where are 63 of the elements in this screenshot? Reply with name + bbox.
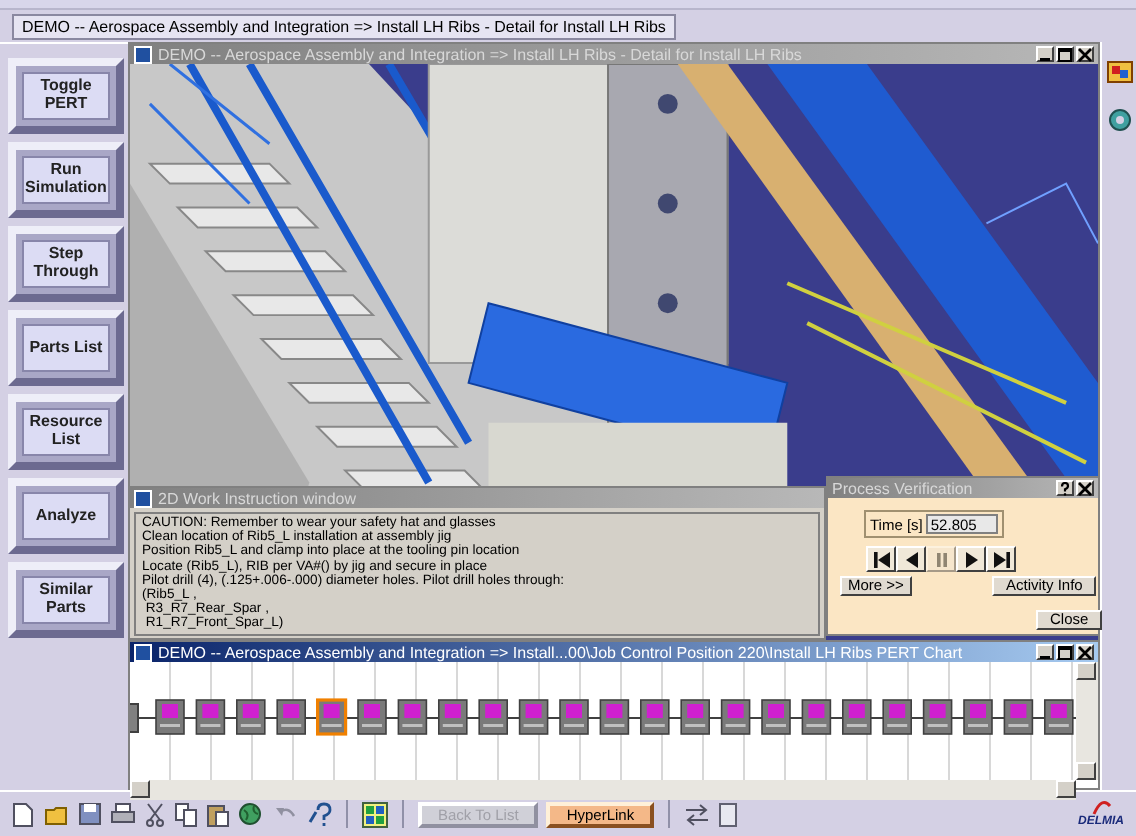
- vertical-scrollbar[interactable]: [1076, 662, 1098, 780]
- pert-node[interactable]: [842, 699, 872, 735]
- app-icon: [134, 489, 152, 507]
- pert-node[interactable]: [478, 699, 508, 735]
- pert-node[interactable]: [882, 699, 912, 735]
- pert-node[interactable]: [801, 699, 832, 735]
- close-icon[interactable]: [1076, 46, 1094, 62]
- logo-mark-icon: [1089, 800, 1113, 816]
- side-button[interactable]: Analyze: [8, 478, 124, 554]
- step-back-icon[interactable]: [896, 546, 926, 572]
- document-tab[interactable]: DEMO -- Aerospace Assembly and Integration => Install LH Ribs - Detail for Install LH Ribs: [12, 13, 676, 39]
- horizontal-scrollbar[interactable]: [130, 780, 1076, 800]
- pert-node[interactable]: [438, 699, 468, 735]
- side-button[interactable]: Parts List: [8, 310, 124, 386]
- side-button[interactable]: Toggle PERT: [8, 58, 124, 134]
- cut-icon[interactable]: [144, 801, 166, 827]
- pert-node[interactable]: [720, 699, 751, 735]
- pert-node[interactable]: [155, 699, 185, 735]
- skip-to-end-icon[interactable]: [986, 546, 1016, 572]
- side-button[interactable]: Similar Parts: [8, 562, 124, 638]
- pert-node[interactable]: [761, 699, 791, 735]
- minimize-icon[interactable]: [1036, 46, 1054, 62]
- side-button[interactable]: Step Through: [8, 226, 124, 302]
- pert-node[interactable]: [640, 699, 670, 735]
- pert-node[interactable]: [922, 699, 953, 735]
- print-icon[interactable]: [110, 801, 136, 827]
- app-icon: [134, 45, 152, 63]
- skip-to-start-icon[interactable]: [866, 546, 896, 572]
- pert-node[interactable]: [357, 699, 387, 735]
- side-button[interactable]: Run Simulation: [8, 142, 124, 218]
- pert-node[interactable]: [559, 699, 589, 735]
- pert-node[interactable]: [1044, 699, 1074, 735]
- color-palette-icon[interactable]: [1105, 58, 1133, 86]
- pert-node[interactable]: [236, 699, 266, 735]
- help-icon[interactable]: [1056, 480, 1074, 496]
- pert-node[interactable]: [276, 699, 306, 735]
- document-icon[interactable]: [718, 801, 741, 827]
- grid-icon[interactable]: [362, 801, 388, 827]
- side-button[interactable]: Resource List: [8, 394, 124, 470]
- pert-node[interactable]: [1003, 699, 1034, 735]
- pert-node[interactable]: [195, 699, 226, 735]
- globe-icon[interactable]: [238, 801, 266, 827]
- save-icon[interactable]: [78, 801, 102, 827]
- pert-node[interactable]: [316, 698, 348, 736]
- swap-arrows-icon[interactable]: [684, 801, 711, 827]
- paste-icon[interactable]: [206, 801, 230, 827]
- window-title: 2D Work Instruction window: [158, 489, 358, 507]
- close-icon[interactable]: [1076, 480, 1094, 496]
- close-icon[interactable]: [1076, 644, 1094, 660]
- window-title: Process Verification: [832, 479, 975, 497]
- copy-icon[interactable]: [174, 801, 198, 827]
- pert-node[interactable]: [680, 699, 710, 735]
- play-icon[interactable]: [956, 546, 986, 572]
- window-title: DEMO -- Aerospace Assembly and Integration => Install...00\Job Control Position 220\Install LH Ribs PERT Chart: [158, 643, 965, 661]
- folder-icon[interactable]: [44, 801, 70, 827]
- maximize-icon[interactable]: [1056, 46, 1074, 62]
- pert-node[interactable]: [963, 699, 993, 735]
- pert-node[interactable]: [599, 699, 630, 735]
- new-document-icon[interactable]: [12, 801, 36, 827]
- maximize-icon[interactable]: [1056, 644, 1074, 660]
- minimize-icon[interactable]: [1036, 644, 1054, 660]
- pert-node[interactable]: [397, 699, 428, 735]
- pert-node[interactable]: [518, 699, 549, 735]
